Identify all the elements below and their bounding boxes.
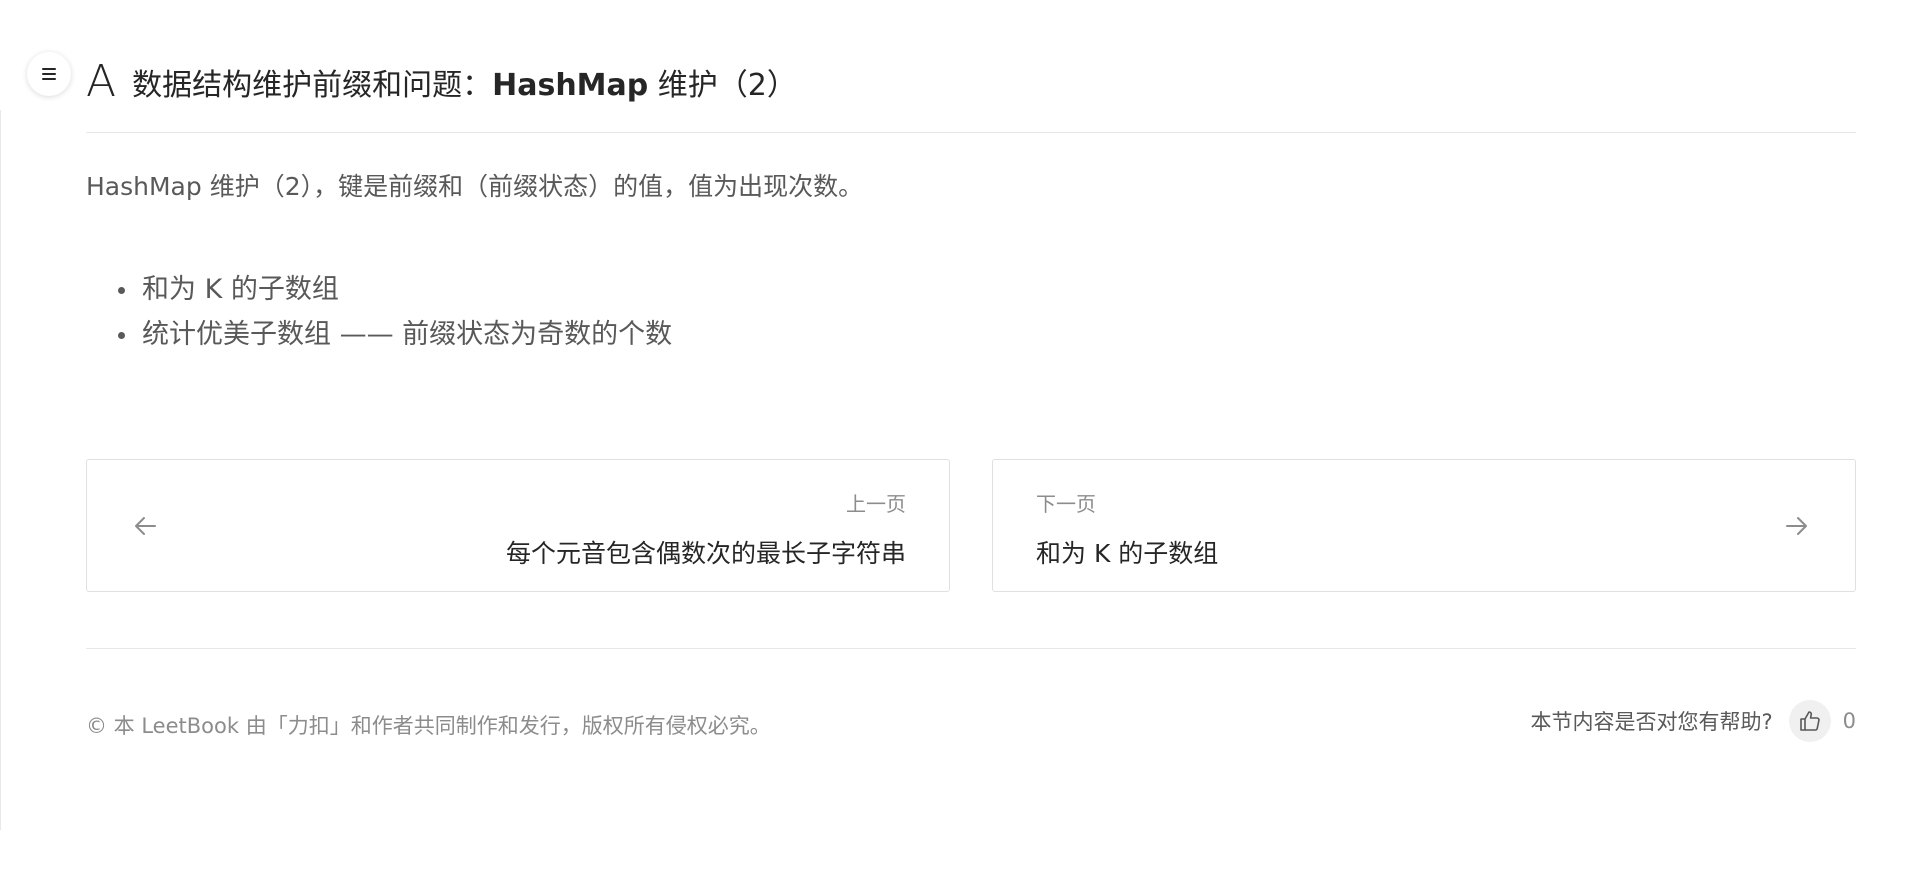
feedback-section: 本节内容是否对您有帮助? 0 xyxy=(1530,700,1856,742)
page-navigation: 上一页 每个元音包含偶数次的最长子字符串 下一页 和为 K 的子数组 xyxy=(86,459,1856,592)
helpful-question: 本节内容是否对您有帮助? xyxy=(1530,710,1773,734)
left-border xyxy=(0,110,1,830)
thumbs-up-icon xyxy=(1799,711,1820,731)
arrow-right-icon xyxy=(1786,516,1807,535)
article-content: A 数据结构维护前缀和问题：HashMap 维护（2） HashMap 维护（2… xyxy=(86,50,1856,742)
title-prefix: 数据结构维护前缀和问题： xyxy=(132,68,493,103)
title-suffix: 维护（2） xyxy=(648,68,797,103)
menu-toggle-button[interactable] xyxy=(27,52,71,96)
list-item: 和为 K 的子数组 xyxy=(118,267,1856,312)
page-title: A 数据结构维护前缀和问题：HashMap 维护（2） xyxy=(86,50,1856,114)
next-page-title: 和为 K 的子数组 xyxy=(1036,539,1219,568)
description: HashMap 维护（2），键是前缀和（前缀状态）的值，值为出现次数。 xyxy=(86,172,864,201)
next-page-card[interactable]: 下一页 和为 K 的子数组 xyxy=(992,459,1856,592)
list-item: 统计优美子数组 —— 前缀状态为奇数的个数 xyxy=(118,312,1856,357)
footer-divider xyxy=(86,648,1856,649)
title-letter: A xyxy=(86,56,117,107)
copyright-text: © 本 LeetBook 由「力扣」和作者共同制作和发行，版权所有侵权必究。 xyxy=(86,714,771,738)
prev-page-label: 上一页 xyxy=(846,492,906,516)
title-bold: HashMap xyxy=(492,68,649,103)
bullet-list: 和为 K 的子数组 统计优美子数组 —— 前缀状态为奇数的个数 xyxy=(118,267,1856,357)
like-button[interactable] xyxy=(1788,700,1831,742)
menu-icon xyxy=(42,68,56,80)
title-text: 数据结构维护前缀和问题：HashMap 维护（2） xyxy=(132,60,797,104)
like-count: 0 xyxy=(1842,709,1856,733)
arrow-left-icon xyxy=(135,516,156,535)
next-page-label: 下一页 xyxy=(1036,492,1096,516)
title-divider xyxy=(86,132,1856,133)
prev-page-card[interactable]: 上一页 每个元音包含偶数次的最长子字符串 xyxy=(86,459,950,592)
prev-page-title: 每个元音包含偶数次的最长子字符串 xyxy=(505,539,906,568)
